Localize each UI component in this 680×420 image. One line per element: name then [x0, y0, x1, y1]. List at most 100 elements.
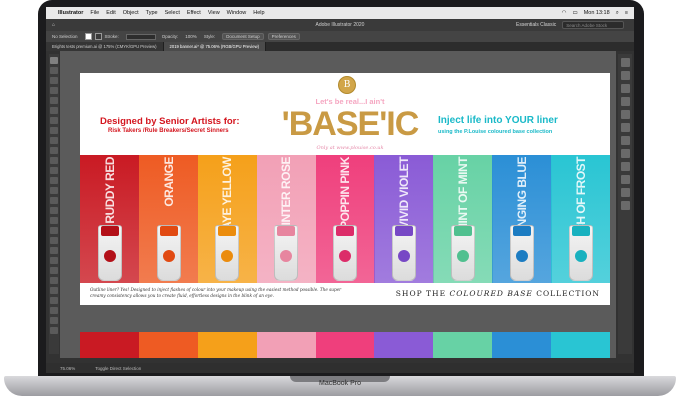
stroke-weight-field[interactable] — [125, 33, 156, 40]
hand-tool-icon[interactable] — [50, 317, 58, 324]
colour-strip: BEES AYE YELLOW — [197, 155, 258, 283]
line-tool-icon[interactable] — [50, 127, 58, 134]
tube-logo — [574, 250, 587, 262]
left-heading: Designed by Senior Artists for: — [100, 116, 240, 127]
zoom-tool-icon[interactable] — [50, 327, 58, 334]
strip-label: ORANGE — [161, 157, 176, 207]
menu-type[interactable]: Type — [146, 10, 158, 16]
banner-subtitle: Only at www.plouise.co.uk — [316, 145, 384, 151]
artboard-tool-icon[interactable] — [50, 297, 58, 304]
stroke-label: Stroke: — [104, 34, 119, 39]
gradient-panel-icon[interactable] — [620, 162, 630, 171]
zoom-level[interactable]: 75.06% — [60, 366, 75, 371]
libraries-panel-icon[interactable] — [620, 84, 630, 93]
tube-logo — [221, 250, 234, 262]
layers-panel-icon[interactable] — [620, 71, 630, 80]
eraser-tool-icon[interactable] — [50, 167, 58, 174]
brand-logo: B — [338, 76, 356, 94]
document-setup-button[interactable]: Document Setup — [222, 33, 264, 40]
selection-tool-icon[interactable] — [50, 57, 58, 64]
shop-suffix: COLLECTION — [532, 289, 600, 298]
menu-effect[interactable]: Effect — [187, 10, 201, 16]
rectangle-tool-icon[interactable] — [50, 137, 58, 144]
tube-logo — [103, 250, 116, 262]
tab-brights[interactable]: Brights tests premium.ai @ 175% (CMYK/GP… — [46, 42, 164, 51]
tube-cap — [571, 226, 590, 236]
scale-tool-icon[interactable] — [50, 187, 58, 194]
direct-selection-tool-icon[interactable] — [50, 67, 58, 74]
menu-app-name[interactable]: Illustrator — [58, 10, 83, 16]
rotate-tool-icon[interactable] — [50, 177, 58, 184]
tube-cap — [159, 226, 178, 236]
menu-edit[interactable]: Edit — [106, 10, 115, 16]
pen-tool-icon[interactable] — [50, 97, 58, 104]
tab-2019-banner[interactable]: 2019 banner.ai* @ 75.06% (RGB/GPU Previe… — [163, 42, 266, 51]
tools-panel — [49, 54, 59, 354]
colour-strip: ORANGE — [138, 155, 199, 283]
colour-strip: BANGING BLUE — [492, 155, 552, 283]
graph-tool-icon[interactable] — [50, 287, 58, 294]
slice-tool-icon[interactable] — [50, 307, 58, 314]
secondary-strip — [80, 332, 139, 358]
blend-tool-icon[interactable] — [50, 267, 58, 274]
product-tube — [215, 225, 240, 281]
appearance-panel-icon[interactable] — [620, 188, 630, 197]
fill-swatch[interactable] — [84, 33, 92, 40]
menu-view[interactable]: View — [208, 10, 220, 16]
color-panel-icon[interactable] — [620, 97, 630, 106]
lasso-tool-icon[interactable] — [50, 87, 58, 94]
tube-logo — [162, 250, 175, 262]
shop-emphasis: COLOURED BASE — [449, 289, 533, 298]
properties-panel-icon[interactable] — [620, 58, 630, 67]
align-panel-icon[interactable] — [620, 201, 630, 210]
workspace-area: Essentials Classic Search Adobe Stock — [516, 21, 625, 29]
free-transform-tool-icon[interactable] — [50, 207, 58, 214]
brushes-panel-icon[interactable] — [620, 123, 630, 132]
menu-file[interactable]: File — [90, 10, 99, 16]
artboard-secondary[interactable] — [80, 332, 610, 358]
menu-object[interactable]: Object — [123, 10, 139, 16]
colour-strip: WINTER ROSE — [256, 155, 317, 283]
paintbrush-tool-icon[interactable] — [50, 147, 58, 154]
type-tool-icon[interactable] — [50, 117, 58, 124]
curvature-tool-icon[interactable] — [50, 107, 58, 114]
symbol-sprayer-tool-icon[interactable] — [50, 277, 58, 284]
menu-list-icon[interactable]: ≡ — [625, 10, 628, 16]
stroke-panel-icon[interactable] — [620, 149, 630, 158]
artboard-banner[interactable]: B Let's be real...I ain't 'BASE'IC Only … — [80, 73, 610, 305]
eyedropper-tool-icon[interactable] — [50, 257, 58, 264]
symbols-panel-icon[interactable] — [620, 136, 630, 145]
stroke-swatch[interactable] — [94, 33, 102, 40]
product-tube — [392, 225, 417, 281]
gradient-tool-icon[interactable] — [50, 247, 58, 254]
tube-cap — [512, 226, 531, 236]
tube-cap — [218, 226, 237, 236]
preferences-button[interactable]: Preferences — [267, 33, 300, 40]
menu-select[interactable]: Select — [165, 10, 180, 16]
wifi-icon[interactable]: ◠ — [562, 10, 567, 16]
menu-help[interactable]: Help — [253, 10, 264, 16]
product-tube — [509, 225, 534, 281]
width-tool-icon[interactable] — [50, 197, 58, 204]
opacity-field[interactable]: 100% — [185, 34, 197, 39]
workspace-switcher[interactable]: Essentials Classic — [516, 22, 556, 28]
tube-logo — [398, 250, 411, 262]
pencil-tool-icon[interactable] — [50, 157, 58, 164]
perspective-grid-tool-icon[interactable] — [50, 227, 58, 234]
clock[interactable]: Mon 13:18 — [584, 10, 610, 16]
menu-window[interactable]: Window — [227, 10, 247, 16]
magic-wand-tool-icon[interactable] — [50, 77, 58, 84]
swatches-panel-icon[interactable] — [620, 110, 630, 119]
canvas[interactable]: B Let's be real...I ain't 'BASE'IC Only … — [60, 51, 616, 358]
secondary-strip — [492, 332, 552, 358]
transparency-panel-icon[interactable] — [620, 175, 630, 184]
battery-icon[interactable]: ▭ — [572, 10, 577, 16]
search-icon[interactable]: ⌕ — [616, 10, 619, 17]
stock-search-input[interactable]: Search Adobe Stock — [562, 21, 625, 29]
mesh-tool-icon[interactable] — [50, 237, 58, 244]
product-tube — [451, 225, 476, 281]
tube-cap — [100, 226, 119, 236]
selection-status: No Selection — [52, 34, 78, 39]
menu-status-area: ◠ ▭ Mon 13:18 ⌕ ≡ — [556, 10, 634, 17]
shape-builder-tool-icon[interactable] — [50, 217, 58, 224]
